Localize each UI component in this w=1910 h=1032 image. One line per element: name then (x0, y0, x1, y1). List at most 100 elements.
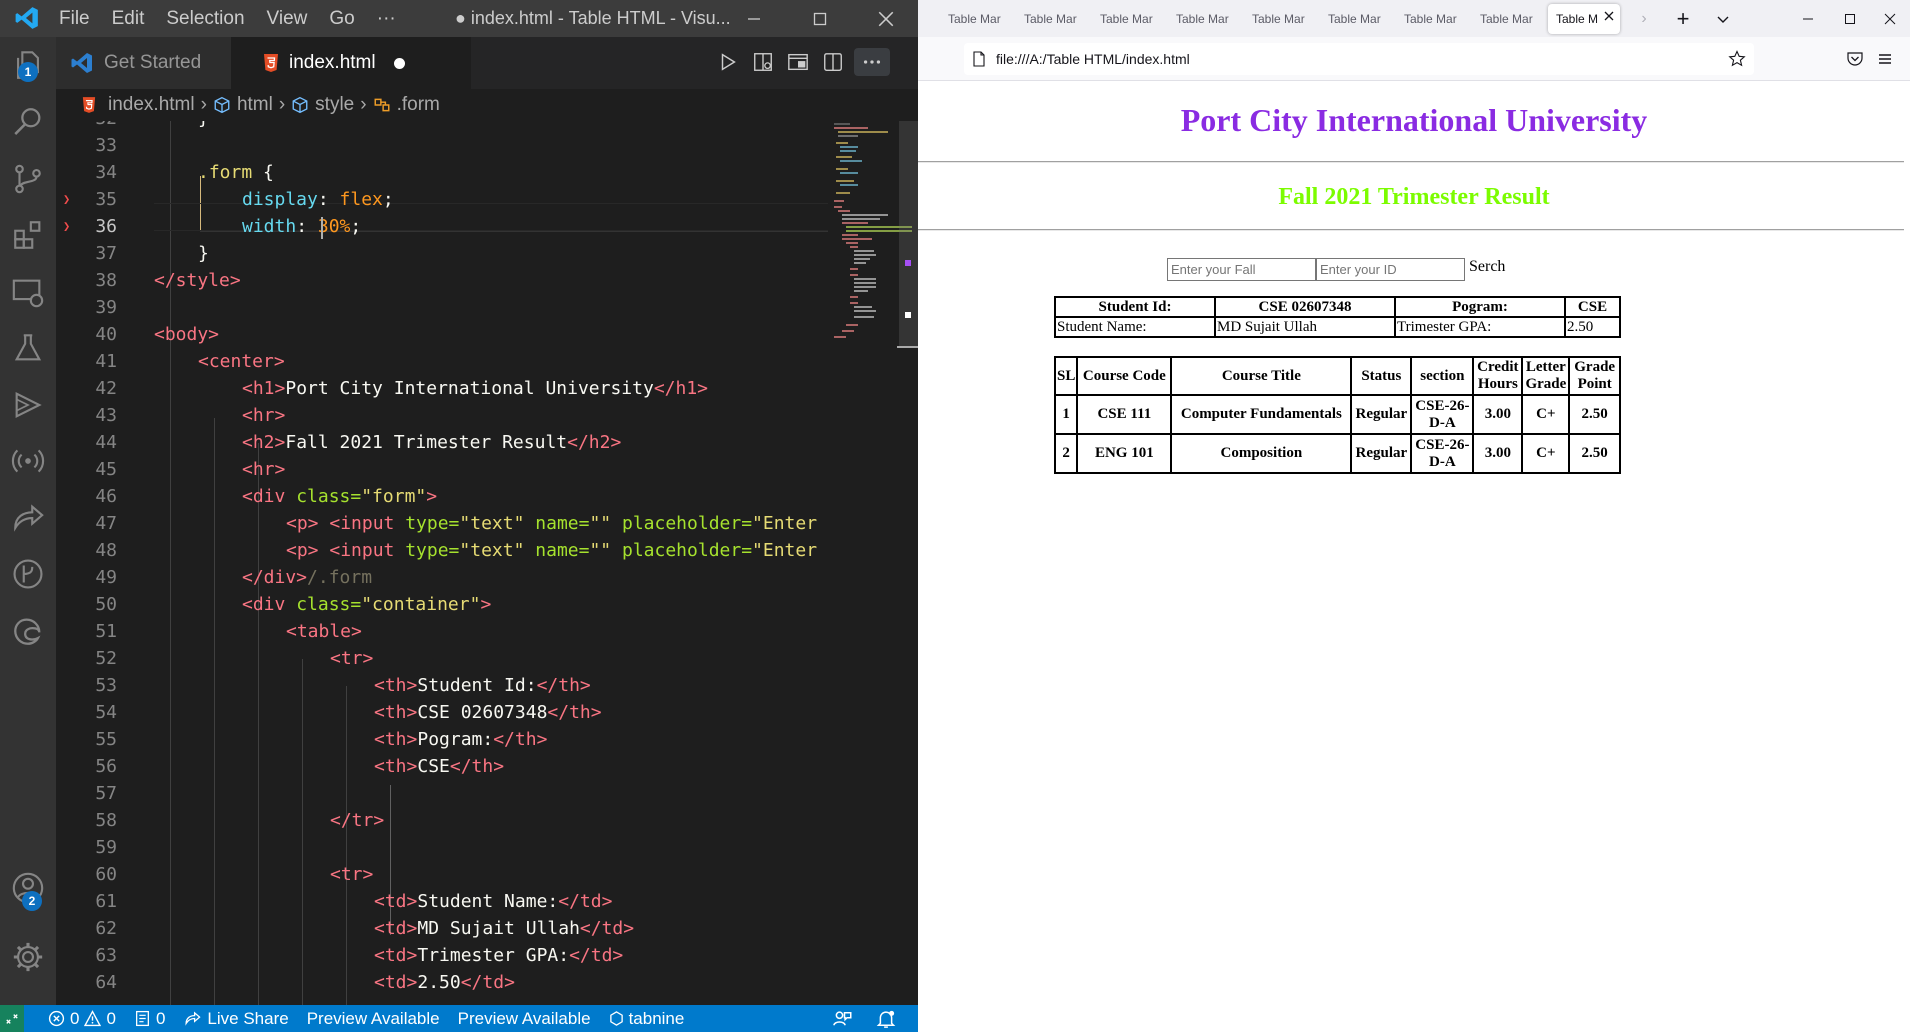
code-tag: </h2> (567, 432, 622, 453)
line-number: 62 (95, 918, 117, 939)
fall-input[interactable]: Enter your Fall (1167, 258, 1316, 281)
table-header-cell: Course Code (1077, 357, 1172, 395)
menu-go[interactable]: Go (318, 8, 365, 30)
feedback-button[interactable] (832, 1009, 852, 1032)
tab-get-started[interactable]: Get Started (56, 37, 231, 89)
extensions-button[interactable] (0, 207, 56, 263)
more-actions-button[interactable] (854, 48, 890, 76)
tab-label: Get Started (104, 52, 202, 73)
code-tag: <th> (374, 702, 418, 723)
minimize-button[interactable] (724, 0, 784, 37)
gitlens-button[interactable] (0, 546, 56, 602)
remote-explorer-button[interactable] (0, 264, 56, 320)
problems-indicator[interactable]: 0 0 (48, 1009, 116, 1029)
unsaved-dot-icon[interactable] (393, 57, 405, 69)
new-tab-button[interactable]: + (1668, 0, 1698, 37)
code-text: MD Sujait Ullah (417, 918, 580, 939)
line-number: 42 (95, 378, 117, 399)
menu-edit[interactable]: Edit (101, 8, 156, 30)
browser-minimize-button[interactable] (1788, 0, 1828, 37)
edge-devtools-button[interactable] (0, 603, 56, 659)
browser-tab[interactable]: Table Mar (1328, 4, 1386, 34)
live-broadcast-button[interactable] (0, 433, 56, 489)
menu-more[interactable]: ··· (366, 8, 407, 30)
menu-view[interactable]: View (256, 8, 319, 30)
breadcrumb-style[interactable]: style (315, 94, 354, 116)
remote-explorer-icon (12, 279, 44, 308)
tab-label: index.html (289, 52, 376, 73)
scroll-tabs-right-icon[interactable]: › (1632, 0, 1656, 37)
browser-tab[interactable]: Table Mar (1100, 4, 1158, 34)
close-window-button[interactable] (856, 0, 916, 37)
code-editor[interactable]: 32} 33 34.form { ❯35display: flex; ❯36wi… (56, 121, 918, 1005)
manage-button[interactable] (0, 929, 56, 985)
browser-maximize-button[interactable] (1830, 0, 1870, 37)
browser-tab[interactable]: Table Mar (1404, 4, 1462, 34)
table-cell: Trimester GPA: (1395, 317, 1565, 337)
gear-icon (13, 942, 43, 972)
preview-available-2[interactable]: Preview Available (458, 1009, 591, 1029)
code-text: Student Id: (417, 675, 537, 696)
menu-file[interactable]: File (48, 8, 101, 30)
split-editor-button[interactable] (819, 48, 847, 76)
search-button[interactable] (0, 94, 56, 150)
browser-tab[interactable]: Table Mar (1176, 4, 1234, 34)
pocket-button[interactable] (1846, 50, 1864, 73)
browser-tab[interactable]: Table Mar (1024, 4, 1082, 34)
live-preview-button[interactable] (784, 48, 812, 76)
explorer-button[interactable]: 1 (0, 37, 56, 93)
live-share-button[interactable] (0, 490, 56, 546)
code-tag: <td> (374, 972, 418, 993)
code-text: Fall 2021 Trimester Result (285, 432, 568, 453)
code-tag: </th> (449, 756, 505, 777)
code-tag: <h1> (242, 378, 286, 399)
browser-tab-label: Table Mar (1024, 12, 1077, 26)
app-menu-button[interactable] (1876, 50, 1894, 73)
student-info-table: Student Id: CSE 02607348 Pogram: CSE Stu… (1054, 296, 1621, 338)
run-debug-button[interactable] (0, 377, 56, 433)
breadcrumb-file[interactable]: index.html (108, 94, 195, 116)
breadcrumb-selector[interactable]: .form (397, 94, 440, 116)
vscode-window: File Edit Selection View Go ··· ● index.… (0, 0, 918, 1032)
live-share-status[interactable]: Live Share (183, 1009, 289, 1029)
accounts-button[interactable]: 2 (0, 860, 56, 916)
search-label: Serch (1469, 258, 1506, 275)
line-number: 41 (95, 351, 117, 372)
tab-index-html[interactable]: index.html (231, 37, 471, 89)
notes-indicator[interactable]: 0 (134, 1009, 165, 1029)
browser-tab[interactable]: Table Mar (1480, 4, 1538, 34)
feedback-icon (833, 1011, 852, 1026)
bookmark-star-icon[interactable] (1728, 50, 1746, 71)
source-control-button[interactable] (0, 151, 56, 207)
preview-available-1[interactable]: Preview Available (307, 1009, 440, 1029)
gitlens-icon (13, 559, 43, 589)
menu-selection[interactable]: Selection (155, 8, 255, 30)
table-cell: Composition (1171, 434, 1352, 473)
browser-close-button[interactable] (1870, 0, 1910, 37)
code-tag: > (426, 486, 438, 507)
code-tag: <center> (198, 351, 285, 372)
list-tabs-button[interactable] (1708, 0, 1738, 37)
line-number: 59 (95, 837, 117, 858)
code-tag: <th> (374, 729, 418, 750)
id-input[interactable]: Enter your ID (1316, 258, 1465, 281)
table-cell: CSE 111 (1077, 395, 1172, 434)
address-bar[interactable]: file:///A:/Table HTML/index.html (964, 43, 1754, 75)
code-tag: <td> (374, 945, 418, 966)
close-tab-icon[interactable] (1604, 10, 1614, 24)
browser-tab-active[interactable]: Table M (1548, 4, 1620, 34)
menu-bar: File Edit Selection View Go ··· (48, 0, 407, 37)
notifications-button[interactable] (876, 1009, 896, 1032)
testing-button[interactable] (0, 320, 56, 376)
remote-indicator[interactable] (0, 1005, 24, 1032)
browser-tab[interactable]: Table Mar (948, 4, 1006, 34)
browser-tab[interactable]: Table Mar (1252, 4, 1310, 34)
maximize-button[interactable] (790, 0, 850, 37)
tabnine-status[interactable]: tabnine (609, 1009, 684, 1029)
run-button[interactable] (714, 48, 742, 76)
open-preview-button[interactable] (749, 48, 777, 76)
play-icon (721, 53, 736, 71)
breadcrumb-html[interactable]: html (237, 94, 273, 116)
line-number: 49 (95, 567, 117, 588)
line-number: 38 (95, 270, 117, 291)
